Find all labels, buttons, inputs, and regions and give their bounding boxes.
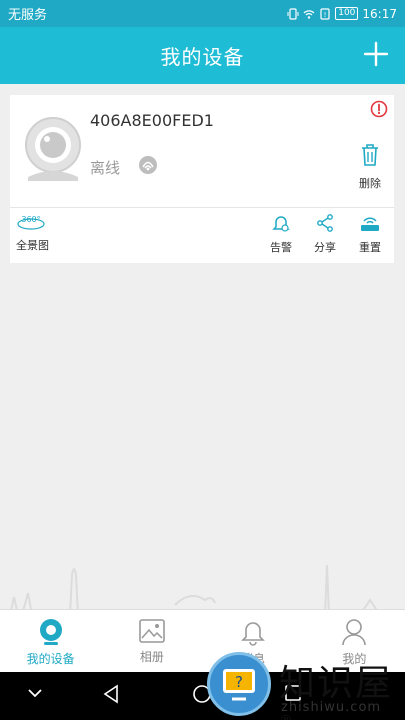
carrier-label: 无服务 (8, 8, 48, 23)
delete-button[interactable]: 删除 (350, 143, 390, 191)
battery-level: 100 (335, 7, 359, 20)
camera-icon (39, 619, 62, 645)
watermark-logo: ? 知识屋® zhishiwu.com (207, 652, 405, 720)
help-monitor-icon: ? (223, 669, 255, 701)
trash-icon (362, 144, 378, 166)
svg-text:!: ! (324, 11, 327, 19)
offline-icon (139, 156, 157, 174)
nav-album[interactable]: 相册 (101, 610, 202, 672)
watermark-title-text: 知识屋 (279, 663, 394, 704)
share-button[interactable]: 分享 (310, 213, 340, 255)
status-bar: 无服务 ! 100 16:17 (0, 0, 405, 27)
share-icon (317, 214, 333, 232)
chevron-down-icon[interactable] (26, 684, 44, 702)
person-icon (342, 619, 367, 646)
back-icon[interactable] (102, 684, 120, 704)
nav-album-label: 相册 (139, 650, 164, 664)
bell-settings-icon (272, 216, 290, 232)
header: 我的设备 (0, 27, 405, 84)
panorama-button[interactable]: 360° 全景图 (16, 213, 49, 253)
vibrate-icon (287, 7, 299, 20)
reset-button[interactable]: 重置 (355, 213, 385, 255)
panorama-360-icon: 360° (17, 215, 45, 230)
background-illustration (9, 564, 381, 615)
status-indicators: ! 100 16:17 (287, 7, 397, 21)
camera-avatar-icon (25, 117, 81, 181)
card-divider (10, 207, 394, 208)
share-label: 分享 (314, 241, 336, 254)
page-title: 我的设备 (160, 45, 245, 69)
image-icon (139, 619, 165, 643)
router-icon (361, 217, 379, 231)
device-id: 406A8E00FED1 (90, 111, 214, 130)
add-device-button[interactable] (361, 39, 391, 69)
clock: 16:17 (362, 6, 397, 21)
alarm-button[interactable]: 告警 (266, 213, 296, 255)
bell-icon (241, 622, 266, 646)
nav-my-devices-label: 我的设备 (26, 652, 75, 666)
watermark-badge: ? (207, 652, 271, 716)
device-status: 离线 (90, 159, 121, 177)
panorama-badge: 360° (21, 215, 40, 224)
reset-label: 重置 (359, 241, 381, 254)
nav-my-devices[interactable]: 我的设备 (0, 610, 101, 672)
sim-icon: ! (320, 7, 330, 20)
alert-icon[interactable] (370, 100, 388, 118)
wifi-icon (303, 9, 315, 19)
device-card[interactable]: 406A8E00FED1 离线 删除 360° 全景图 告警 分享 重置 (10, 95, 394, 263)
alarm-label: 告警 (270, 241, 292, 254)
delete-label: 删除 (359, 177, 381, 190)
svg-text:?: ? (235, 673, 243, 691)
panorama-label: 全景图 (16, 239, 49, 252)
watermark-url: zhishiwu.com (281, 700, 382, 715)
